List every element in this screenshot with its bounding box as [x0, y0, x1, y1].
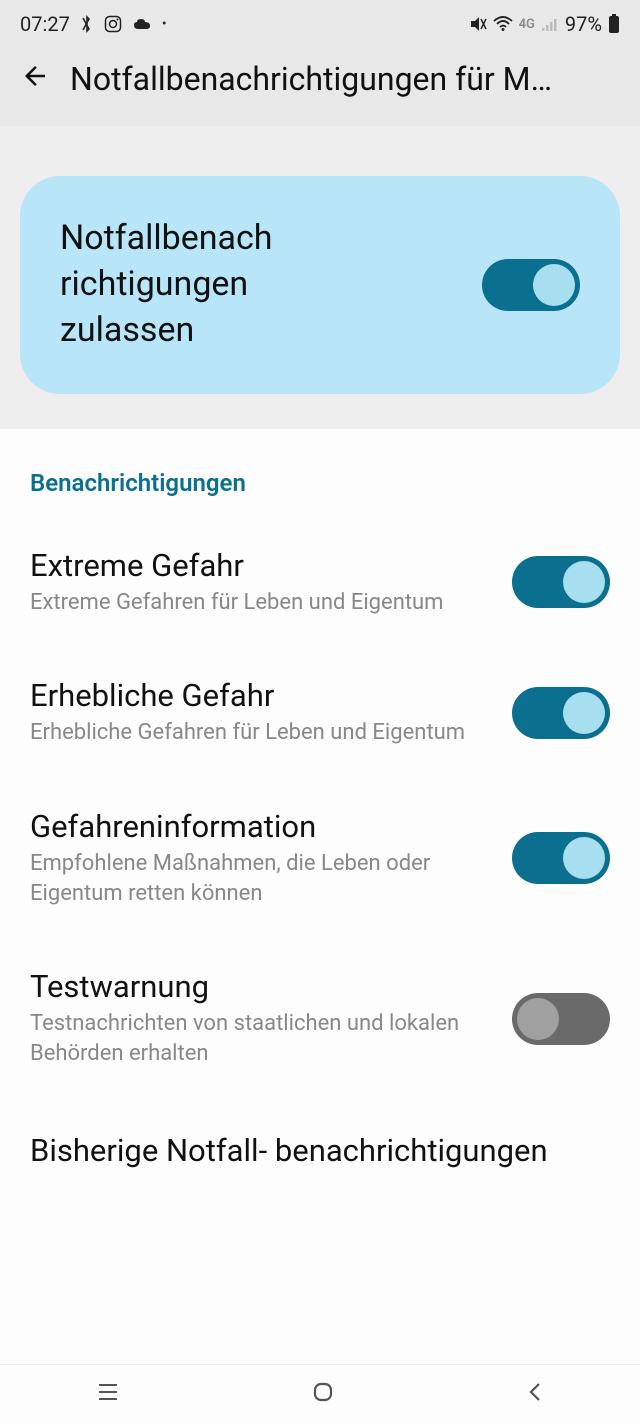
toggle-knob [563, 561, 605, 603]
cloud-icon [132, 17, 152, 31]
instagram-icon [104, 15, 122, 33]
toggle-significant-danger[interactable] [512, 687, 610, 739]
status-time: 07:27 [20, 12, 70, 36]
toggle-extreme-danger[interactable] [512, 556, 610, 608]
settings-content: Benachrichtigungen Extreme Gefahr Extrem… [0, 429, 640, 1177]
signal-icon [541, 16, 559, 32]
setting-danger-info[interactable]: Gefahreninformation Empfohlene Maßnahmen… [30, 808, 610, 908]
toggle-knob [517, 998, 559, 1040]
bluetooth-icon [80, 15, 94, 33]
setting-text: Bisherige Notfall- benachrichtigungen [30, 1129, 610, 1176]
master-toggle-card[interactable]: Notfallbenach richtigungen zulassen [20, 176, 620, 394]
setting-subtitle: Erhebliche Gefahren für Leben und Eigent… [30, 718, 492, 748]
toggle-knob [563, 692, 605, 734]
back-nav-button[interactable] [525, 1379, 545, 1411]
setting-title: Erhebliche Gefahr [30, 677, 492, 714]
page-title: Notfallbenachrichtigungen für M… [70, 60, 552, 98]
setting-subtitle: Empfohlene Maßnahmen, die Leben oder Eig… [30, 849, 492, 908]
home-button[interactable] [310, 1379, 336, 1411]
toggle-test-warning[interactable] [512, 993, 610, 1045]
setting-test-warning[interactable]: Testwarnung Testnachrichten von staatlic… [30, 968, 610, 1068]
setting-subtitle: Testnachrichten von staatlichen und loka… [30, 1009, 492, 1068]
wifi-icon [493, 16, 513, 32]
setting-subtitle: Extreme Gefahren für Leben und Eigentum [30, 588, 492, 618]
network-label: 4G [519, 17, 535, 32]
hero-section: Notfallbenach richtigungen zulassen [0, 126, 640, 429]
setting-text: Gefahreninformation Empfohlene Maßnahmen… [30, 808, 492, 908]
status-left: 07:27 • [20, 12, 167, 36]
setting-text: Extreme Gefahr Extreme Gefahren für Lebe… [30, 547, 492, 618]
battery-percent: 97% [565, 12, 602, 36]
battery-icon [608, 14, 620, 34]
status-bar: 07:27 • 4G 97% [0, 0, 640, 48]
setting-title: Extreme Gefahr [30, 547, 492, 584]
master-toggle-label: Notfallbenach richtigungen zulassen [60, 216, 380, 354]
toggle-knob [533, 264, 575, 306]
setting-text: Erhebliche Gefahr Erhebliche Gefahren fü… [30, 677, 492, 748]
app-header: Notfallbenachrichtigungen für M… [0, 48, 640, 126]
setting-text: Testwarnung Testnachrichten von staatlic… [30, 968, 492, 1068]
toggle-knob [563, 837, 605, 879]
setting-extreme-danger[interactable]: Extreme Gefahr Extreme Gefahren für Lebe… [30, 547, 610, 618]
mute-icon [469, 15, 487, 33]
status-right: 4G 97% [469, 12, 620, 36]
master-toggle[interactable] [482, 259, 580, 311]
dot-icon: • [162, 16, 167, 32]
back-button[interactable] [20, 61, 50, 98]
navigation-bar [0, 1364, 640, 1424]
setting-title: Gefahreninformation [30, 808, 492, 845]
toggle-danger-info[interactable] [512, 832, 610, 884]
setting-history[interactable]: Bisherige Notfall- benachrichtigungen [30, 1129, 610, 1176]
setting-significant-danger[interactable]: Erhebliche Gefahr Erhebliche Gefahren fü… [30, 677, 610, 748]
setting-title: Testwarnung [30, 968, 492, 1005]
setting-title: Bisherige Notfall- benachrichtigungen [30, 1129, 610, 1172]
section-header: Benachrichtigungen [30, 469, 610, 497]
recents-button[interactable] [95, 1379, 121, 1411]
